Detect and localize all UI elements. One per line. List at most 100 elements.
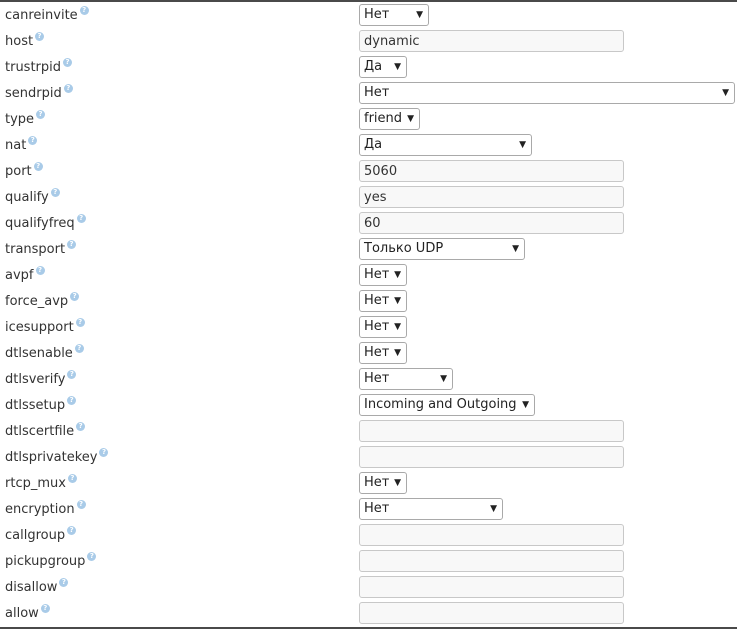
nat-select[interactable]: Да ▼ [359, 134, 532, 156]
dtlssetup-select[interactable]: Incoming and Outgoing ▼ [359, 394, 535, 416]
setting-row-rtcp-mux: rtcp_mux? Нет ▼ [0, 470, 737, 496]
setting-label: encryption [5, 502, 75, 517]
setting-row-avpf: avpf? Нет ▼ [0, 262, 737, 288]
select-value: Incoming and Outgoing [364, 397, 517, 412]
help-icon[interactable]: ? [76, 500, 86, 509]
select-value: Да [364, 137, 383, 152]
pickupgroup-input[interactable] [359, 550, 624, 572]
setting-label: dtlsenable [5, 346, 73, 361]
setting-label-cell: trustrpid? [5, 58, 73, 75]
chevron-down-icon: ▼ [394, 62, 401, 72]
help-icon[interactable]: ? [63, 84, 73, 93]
help-icon[interactable]: ? [59, 578, 69, 587]
encryption-select[interactable]: Нет ▼ [359, 498, 503, 520]
help-icon[interactable]: ? [33, 162, 43, 171]
setting-row-dtlscertfile: dtlscertfile? [0, 418, 737, 444]
sip-settings-form: canreinvite?Нет▼host?trustrpid?Да▼sendrp… [0, 0, 737, 629]
select-value: friend [364, 111, 403, 126]
icesupport-select[interactable]: Нет ▼ [359, 316, 407, 338]
setting-label-cell: icesupport? [5, 318, 85, 335]
help-icon[interactable]: ? [70, 292, 80, 301]
setting-row-nat: nat? Да ▼ [0, 132, 737, 158]
help-icon[interactable]: ? [87, 552, 97, 561]
setting-label-cell: allow? [5, 604, 50, 621]
help-icon[interactable]: ? [67, 396, 77, 405]
dtlsenable-select[interactable]: Нет ▼ [359, 342, 407, 364]
qualify-input[interactable] [359, 186, 624, 208]
chevron-down-icon: ▼ [394, 270, 401, 280]
dtlsprivatekey-input[interactable] [359, 446, 624, 468]
trustrpid-select[interactable]: Да ▼ [359, 56, 407, 78]
help-icon[interactable]: ? [99, 448, 109, 457]
allow-input[interactable] [359, 602, 624, 624]
setting-label-cell: nat? [5, 136, 38, 153]
help-icon[interactable]: ? [28, 136, 38, 145]
force-avp-select[interactable]: Нет ▼ [359, 290, 407, 312]
select-value: Нет [364, 501, 390, 516]
help-icon[interactable]: ? [75, 318, 85, 327]
setting-row-pickupgroup: pickupgroup? [0, 548, 737, 574]
help-icon[interactable]: ? [35, 32, 45, 41]
setting-label: canreinvite [5, 8, 78, 23]
sendrpid-select[interactable]: Нет ▼ [359, 82, 735, 104]
help-icon[interactable]: ? [35, 266, 45, 275]
help-icon[interactable]: ? [63, 58, 73, 67]
avpf-select[interactable]: Нет ▼ [359, 264, 407, 286]
setting-label-cell: qualifyfreq? [5, 214, 86, 231]
host-input[interactable] [359, 30, 624, 52]
help-icon[interactable]: ? [67, 240, 77, 249]
help-icon[interactable]: ? [67, 474, 77, 483]
setting-label: qualify [5, 190, 49, 205]
chevron-down-icon: ▼ [394, 348, 401, 358]
transport-select[interactable]: Только UDP ▼ [359, 238, 525, 260]
setting-row-icesupport: icesupport? Нет ▼ [0, 314, 737, 340]
qualifyfreq-input[interactable] [359, 212, 624, 234]
setting-label: nat [5, 138, 27, 153]
callgroup-input[interactable] [359, 524, 624, 546]
setting-label-cell: encryption? [5, 500, 86, 517]
type-select[interactable]: friend ▼ [359, 108, 420, 130]
help-icon[interactable]: ? [67, 526, 77, 535]
setting-row-canreinvite: canreinvite? Нет ▼ [0, 2, 737, 28]
disallow-input[interactable] [359, 576, 624, 598]
setting-row-qualify: qualify? [0, 184, 737, 210]
dtlsverify-select[interactable]: Нет ▼ [359, 368, 453, 390]
canreinvite-select[interactable]: Нет ▼ [359, 4, 429, 26]
chevron-down-icon: ▼ [440, 374, 447, 384]
help-icon[interactable]: ? [79, 6, 89, 15]
rtcp-mux-select[interactable]: Нет ▼ [359, 472, 407, 494]
dtlscertfile-input[interactable] [359, 420, 624, 442]
setting-row-encryption: encryption? Нет ▼ [0, 496, 737, 522]
chevron-down-icon: ▼ [522, 400, 529, 410]
setting-row-trustrpid: trustrpid? Да ▼ [0, 54, 737, 80]
setting-label: dtlsprivatekey [5, 450, 98, 465]
help-icon[interactable]: ? [67, 370, 77, 379]
help-icon[interactable]: ? [74, 344, 84, 353]
setting-label-cell: dtlssetup? [5, 396, 77, 413]
help-icon[interactable]: ? [36, 110, 46, 119]
port-input[interactable] [359, 160, 624, 182]
help-icon[interactable]: ? [50, 188, 60, 197]
setting-row-port: port? [0, 158, 737, 184]
select-value: Нет [364, 85, 390, 100]
chevron-down-icon: ▼ [407, 114, 414, 124]
chevron-down-icon: ▼ [519, 140, 526, 150]
setting-row-force-avp: force_avp? Нет ▼ [0, 288, 737, 314]
help-icon[interactable]: ? [76, 214, 86, 223]
select-value: Нет [364, 267, 390, 282]
setting-label-cell: dtlsenable? [5, 344, 84, 361]
chevron-down-icon: ▼ [490, 504, 497, 514]
setting-label: transport [5, 242, 66, 257]
setting-row-disallow: disallow? [0, 574, 737, 600]
help-icon[interactable]: ? [76, 422, 86, 431]
help-icon[interactable]: ? [40, 604, 50, 613]
setting-label-cell: qualify? [5, 188, 60, 205]
setting-label-cell: callgroup? [5, 526, 77, 543]
setting-label-cell: pickupgroup? [5, 552, 97, 569]
setting-row-transport: transport? Только UDP ▼ [0, 236, 737, 262]
setting-label: disallow [5, 580, 58, 595]
setting-row-callgroup: callgroup? [0, 522, 737, 548]
setting-row-qualifyfreq: qualifyfreq? [0, 210, 737, 236]
setting-label: dtlssetup [5, 398, 66, 413]
setting-label: type [5, 112, 35, 127]
